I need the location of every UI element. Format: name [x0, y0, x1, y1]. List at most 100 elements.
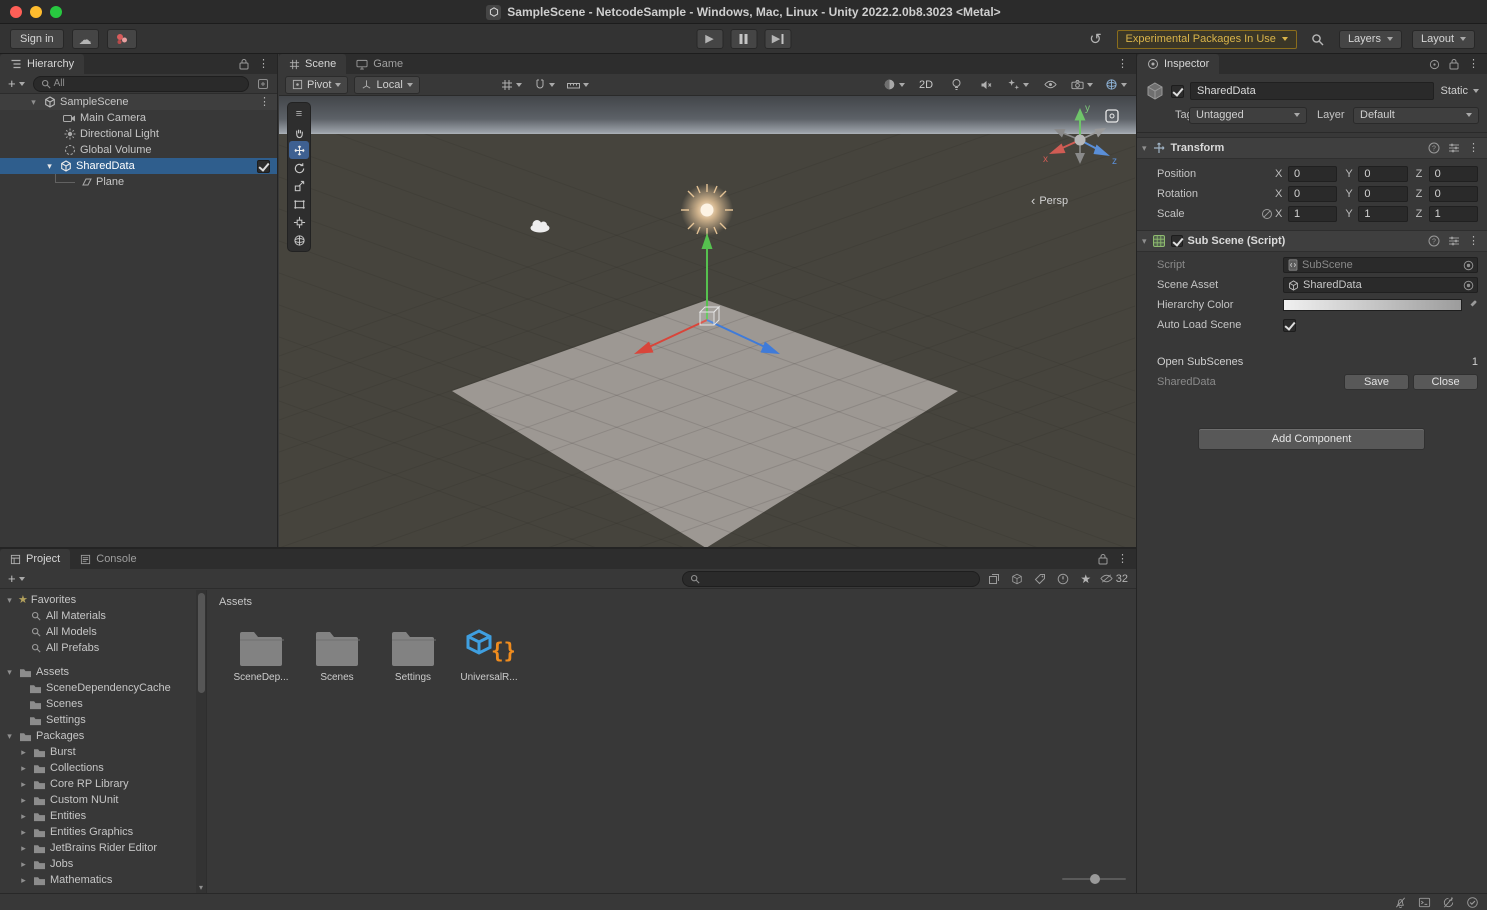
foldout-icon[interactable]: ▾ — [44, 161, 55, 172]
expander-icon[interactable]: ▸ — [18, 811, 29, 822]
move-tool[interactable] — [289, 141, 309, 159]
rotate-tool[interactable] — [289, 159, 309, 177]
tab-project[interactable]: Project — [0, 549, 70, 569]
add-component-button[interactable]: Add Component — [1198, 428, 1425, 450]
expander-icon[interactable]: ▸ — [18, 859, 29, 870]
tree-package-jobs[interactable]: ▸ Jobs — [0, 856, 196, 872]
tree-settings[interactable]: Settings — [0, 712, 196, 728]
tree-package-jetbrains[interactable]: ▸ JetBrains Rider Editor — [0, 840, 196, 856]
minimize-window-button[interactable] — [30, 6, 42, 18]
transform-tool[interactable] — [289, 213, 309, 231]
overlay-handle-icon[interactable]: ≡ — [289, 105, 309, 123]
foldout-icon[interactable]: ▾ — [28, 97, 39, 108]
expander-icon[interactable]: ▾ — [4, 731, 15, 742]
rotation-z-field[interactable]: 0 — [1429, 186, 1478, 202]
create-object-button[interactable]: + — [5, 76, 28, 92]
lock-icon[interactable] — [1098, 553, 1108, 565]
2d-toggle[interactable]: 2D — [914, 76, 938, 94]
debug-mode-icon[interactable] — [1429, 59, 1440, 70]
background-tasks-icon[interactable] — [1466, 896, 1479, 909]
expander-icon[interactable]: ▸ — [18, 827, 29, 838]
kebab-menu-icon[interactable]: ⋮ — [1468, 59, 1479, 70]
expander-icon[interactable]: ▾ — [4, 595, 15, 606]
presets-icon[interactable] — [1448, 142, 1460, 154]
search-button[interactable] — [1307, 29, 1329, 49]
scale-tool[interactable] — [289, 177, 309, 195]
thumbnail-zoom-slider[interactable] — [1062, 873, 1126, 885]
tab-console[interactable]: Console — [70, 549, 146, 569]
sign-in-button[interactable]: Sign in — [10, 29, 64, 49]
expander-icon[interactable]: ▸ — [18, 875, 29, 886]
warning-icon[interactable] — [1054, 571, 1072, 587]
asset-item-scenedependencycache[interactable]: SceneDep... — [225, 618, 297, 683]
zoom-window-button[interactable] — [50, 6, 62, 18]
close-button[interactable]: Close — [1413, 374, 1478, 390]
lock-icon[interactable] — [239, 58, 249, 70]
local-dropdown[interactable]: Local — [354, 76, 419, 94]
save-button[interactable]: Save — [1344, 374, 1409, 390]
expander-icon[interactable]: ▸ — [18, 779, 29, 790]
kebab-menu-icon[interactable]: ⋮ — [1468, 236, 1479, 247]
rect-tool[interactable] — [289, 195, 309, 213]
scene-audio-toggle[interactable] — [974, 76, 998, 94]
tree-assets[interactable]: ▾ Assets — [0, 664, 196, 680]
rotation-x-field[interactable]: 0 — [1288, 186, 1337, 202]
version-control-button[interactable] — [107, 29, 137, 49]
expander-icon[interactable]: ▸ — [18, 843, 29, 854]
asset-item-settings[interactable]: Settings — [377, 618, 449, 683]
asset-item-scenes[interactable]: Scenes — [301, 618, 373, 683]
kebab-menu-icon[interactable]: ⋮ — [1468, 143, 1479, 154]
draw-mode-dropdown[interactable] — [880, 76, 908, 94]
tree-package-burst[interactable]: ▸ Burst — [0, 744, 196, 760]
tree-package-entities-graphics[interactable]: ▸ Entities Graphics — [0, 824, 196, 840]
grid-visibility-dropdown[interactable] — [498, 76, 525, 94]
gizmos-dropdown[interactable] — [1102, 76, 1130, 94]
close-window-button[interactable] — [10, 6, 22, 18]
hidden-count-toggle[interactable]: 32 — [1100, 573, 1128, 585]
scene-viewport[interactable]: y x z ≡ ‹ Persp — [279, 96, 1136, 547]
expander-icon[interactable]: ▸ — [18, 763, 29, 774]
hierarchy-item-main-camera[interactable]: Main Camera — [0, 110, 277, 126]
tab-hierarchy[interactable]: Hierarchy — [0, 54, 84, 74]
custom-tool[interactable] — [289, 231, 309, 249]
projection-mode[interactable]: ‹ Persp — [1031, 194, 1068, 207]
tree-package-custom-nunit[interactable]: ▸ Custom NUnit — [0, 792, 196, 808]
rotation-y-field[interactable]: 0 — [1358, 186, 1407, 202]
cloud-button[interactable]: ☁ — [72, 29, 99, 49]
hierarchy-item-global-volume[interactable]: Global Volume — [0, 142, 277, 158]
project-search-input[interactable] — [682, 571, 980, 587]
active-checkbox[interactable] — [1171, 85, 1184, 98]
position-x-field[interactable]: 0 — [1288, 166, 1337, 182]
step-button[interactable]: ▶ — [764, 29, 791, 49]
scene-lighting-toggle[interactable] — [944, 76, 968, 94]
create-asset-button[interactable]: + — [5, 571, 28, 587]
effects-dropdown[interactable] — [1004, 76, 1032, 94]
kebab-menu-icon[interactable]: ⋮ — [1117, 554, 1128, 565]
scroll-down-icon[interactable]: ▾ — [196, 883, 206, 892]
hierarchy-item-plane[interactable]: Plane — [0, 174, 277, 190]
slider-knob[interactable] — [1090, 874, 1100, 884]
kebab-menu-icon[interactable]: ⋮ — [1117, 59, 1128, 70]
increment-snap-dropdown[interactable] — [564, 76, 592, 94]
scrollbar-thumb[interactable] — [198, 593, 205, 693]
tree-package-core-rp[interactable]: ▸ Core RP Library — [0, 776, 196, 792]
tab-game[interactable]: Game — [346, 54, 413, 74]
scale-z-field[interactable]: 1 — [1429, 206, 1478, 222]
tree-scrollbar[interactable]: ▾ — [196, 590, 206, 893]
eyedropper-icon[interactable] — [1462, 299, 1478, 311]
scene-asset-field[interactable]: SharedData — [1283, 277, 1478, 293]
camera-settings-dropdown[interactable] — [1068, 76, 1096, 94]
pause-button[interactable] — [730, 29, 757, 49]
position-y-field[interactable]: 0 — [1358, 166, 1407, 182]
asset-item-universalrp[interactable]: {} UniversalR... — [453, 618, 525, 683]
scene-visibility-toggle[interactable] — [1038, 76, 1062, 94]
console-status-icon[interactable] — [1418, 896, 1431, 909]
expander-icon[interactable]: ▸ — [18, 747, 29, 758]
tree-scenedependencycache[interactable]: SceneDependencyCache — [0, 680, 196, 696]
snap-settings-dropdown[interactable] — [531, 76, 558, 94]
object-picker-icon[interactable] — [1463, 260, 1474, 271]
tag-dropdown[interactable]: Untagged — [1189, 107, 1307, 124]
position-z-field[interactable]: 0 — [1429, 166, 1478, 182]
undo-history-button[interactable]: ↺ — [1085, 29, 1107, 49]
scale-y-field[interactable]: 1 — [1358, 206, 1407, 222]
